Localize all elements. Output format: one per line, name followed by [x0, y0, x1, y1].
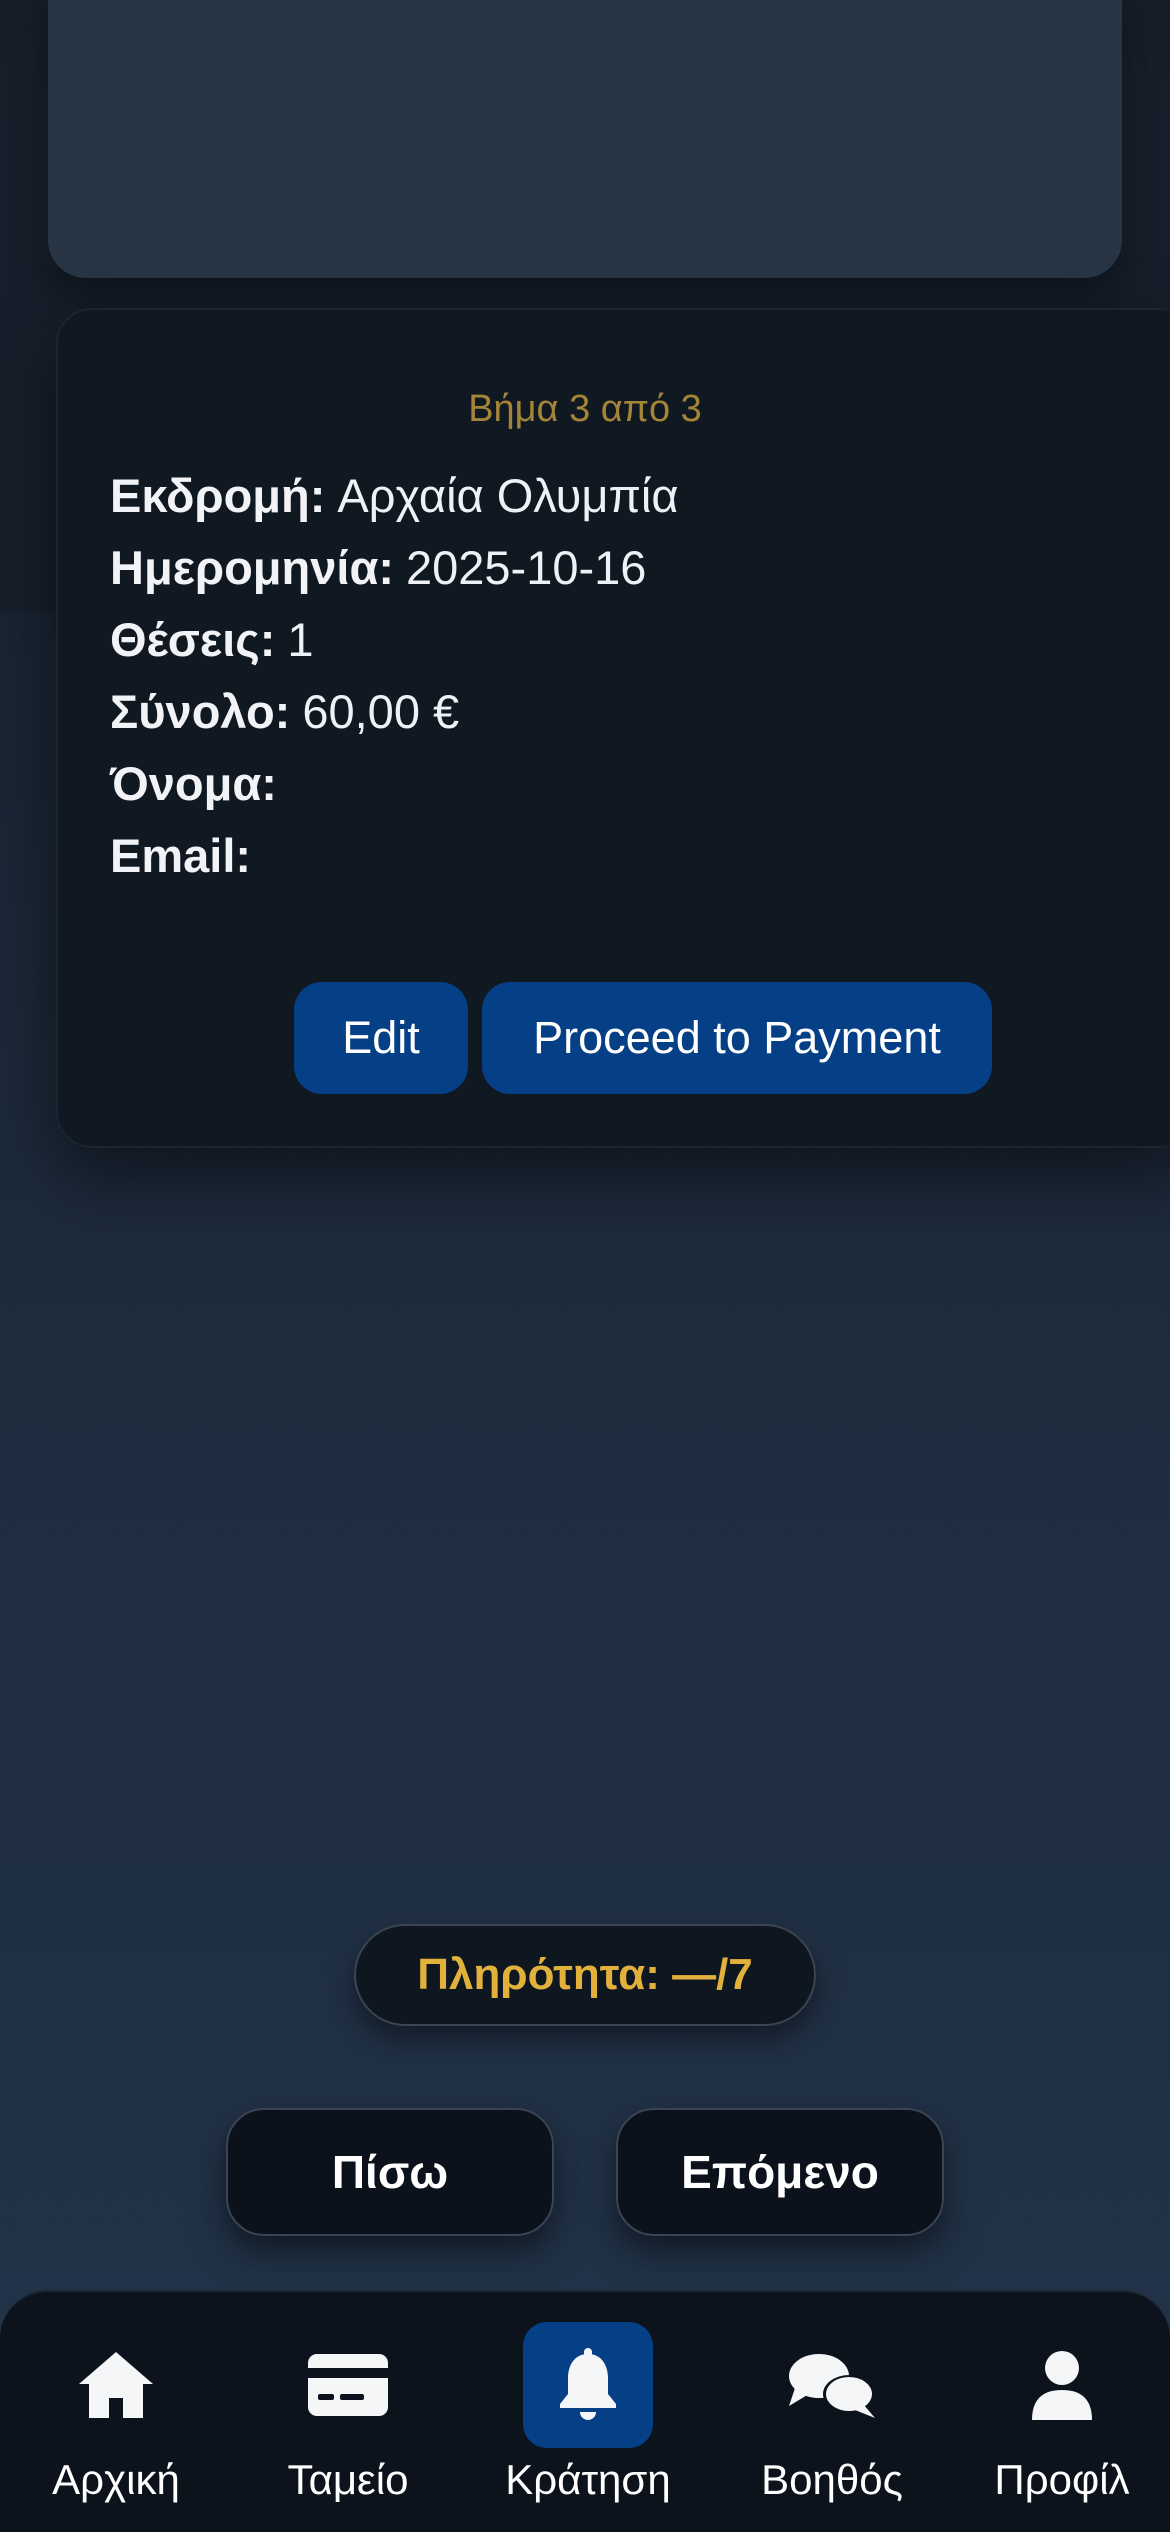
summary-row-date: Ημερομηνία: 2025-10-16	[110, 532, 679, 604]
tab-cashier-label: Ταμείο	[287, 2456, 409, 2503]
summary-actions: Edit Proceed to Payment	[294, 982, 992, 1094]
back-button[interactable]: Πίσω	[226, 2108, 554, 2236]
bell-icon	[523, 2322, 653, 2448]
summary-rows: Εκδρομή: Αρχαία Ολυμπία Ημερομηνία: 2025-1…	[110, 460, 679, 892]
tab-profile-label: Προφίλ	[994, 2456, 1130, 2503]
total-label: Σύνολο:	[110, 685, 291, 738]
seats-label: Θέσεις:	[110, 613, 276, 666]
edit-button[interactable]: Edit	[294, 982, 468, 1094]
summary-row-email: Email:	[110, 820, 679, 892]
tab-profile[interactable]: Προφίλ	[942, 2292, 1170, 2532]
credit-card-icon	[283, 2322, 413, 2448]
date-label: Ημερομηνία:	[110, 541, 394, 594]
summary-row-total: Σύνολο: 60,00 €	[110, 676, 679, 748]
summary-row-name: Όνομα:	[110, 748, 679, 820]
previous-step-card	[48, 0, 1122, 278]
tab-booking-label: Κράτηση	[505, 2456, 671, 2503]
tab-home[interactable]: Αρχική	[0, 2292, 236, 2532]
step-indicator: Βήμα 3 από 3	[468, 388, 702, 430]
summary-row-seats: Θέσεις: 1	[110, 604, 679, 676]
tab-assistant[interactable]: Βοηθός	[712, 2292, 952, 2532]
name-label: Όνομα:	[110, 757, 277, 810]
date-value: 2025-10-16	[406, 541, 647, 594]
tab-assistant-label: Βοηθός	[761, 2456, 903, 2503]
home-icon	[51, 2322, 181, 2448]
completeness-badge: Πληρότητα: —/7	[354, 1924, 816, 2026]
user-icon	[997, 2322, 1127, 2448]
proceed-to-payment-button[interactable]: Proceed to Payment	[482, 982, 992, 1094]
next-button[interactable]: Επόμενο	[616, 2108, 944, 2236]
excursion-value: Αρχαία Ολυμπία	[337, 469, 679, 522]
tab-booking[interactable]: Κράτηση	[468, 2292, 708, 2532]
bottom-tab-bar: Αρχική Ταμείο Κράτηση Βοηθός Προφίλ	[0, 2290, 1170, 2532]
seats-value: 1	[287, 613, 314, 666]
tab-home-label: Αρχική	[52, 2456, 180, 2503]
chat-bubbles-icon	[767, 2322, 897, 2448]
email-label: Email:	[110, 829, 252, 882]
total-value: 60,00 €	[302, 685, 460, 738]
tab-cashier[interactable]: Ταμείο	[228, 2292, 468, 2532]
summary-row-excursion: Εκδρομή: Αρχαία Ολυμπία	[110, 460, 679, 532]
excursion-label: Εκδρομή:	[110, 469, 326, 522]
